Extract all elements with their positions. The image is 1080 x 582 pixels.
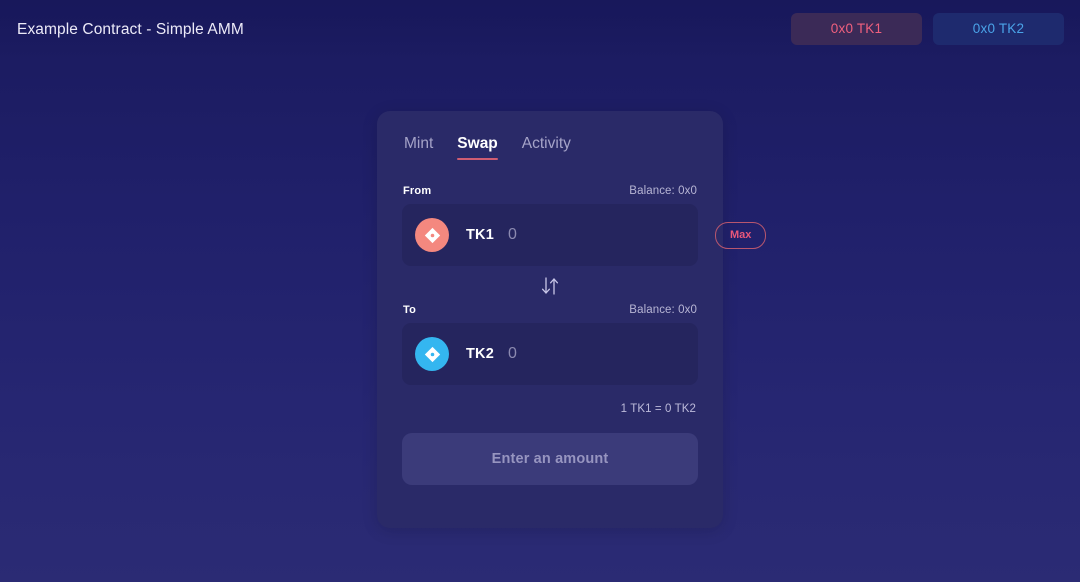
tk1-balance-chip[interactable]: 0x0 TK1 xyxy=(791,12,922,45)
from-amount-input[interactable] xyxy=(494,226,715,244)
tab-activity[interactable]: Activity xyxy=(522,135,571,160)
from-label: From xyxy=(403,185,432,197)
from-labels: From Balance: 0x0 xyxy=(402,185,698,197)
page-title: Example Contract - Simple AMM xyxy=(17,20,244,38)
to-labels: To Balance: 0x0 xyxy=(402,304,698,316)
exchange-rate-text: 1 TK1 = 0 TK2 xyxy=(620,403,696,415)
tk2-balance-chip[interactable]: 0x0 TK2 xyxy=(933,12,1064,45)
diamond-token-icon xyxy=(415,218,449,252)
from-token-symbol: TK1 xyxy=(466,227,494,243)
app-header: Example Contract - Simple AMM 0x0 TK1 0x… xyxy=(0,0,1080,57)
max-button[interactable]: Max xyxy=(715,221,767,249)
tab-swap[interactable]: Swap xyxy=(457,135,499,160)
from-balance: Balance: 0x0 xyxy=(629,185,697,197)
diamond-token-icon xyxy=(415,337,449,371)
header-actions: 0x0 TK1 0x0 TK2 xyxy=(791,12,1064,45)
to-token-row: TK2 xyxy=(402,323,715,385)
tab-mint[interactable]: Mint xyxy=(404,135,433,160)
to-token-symbol: TK2 xyxy=(466,346,494,362)
swap-vertical-arrows-icon[interactable] xyxy=(535,273,565,299)
to-balance: Balance: 0x0 xyxy=(629,304,697,316)
to-label: To xyxy=(403,304,417,316)
swap-action-button[interactable]: Enter an amount xyxy=(402,433,698,485)
to-amount-input[interactable] xyxy=(494,345,715,363)
card-tabs: Mint Swap Activity xyxy=(402,135,698,160)
swap-card: Mint Swap Activity From Balance: 0x0 TK1… xyxy=(377,111,767,528)
swap-divider xyxy=(402,266,698,304)
from-token-row: TK1 Max xyxy=(402,204,767,266)
